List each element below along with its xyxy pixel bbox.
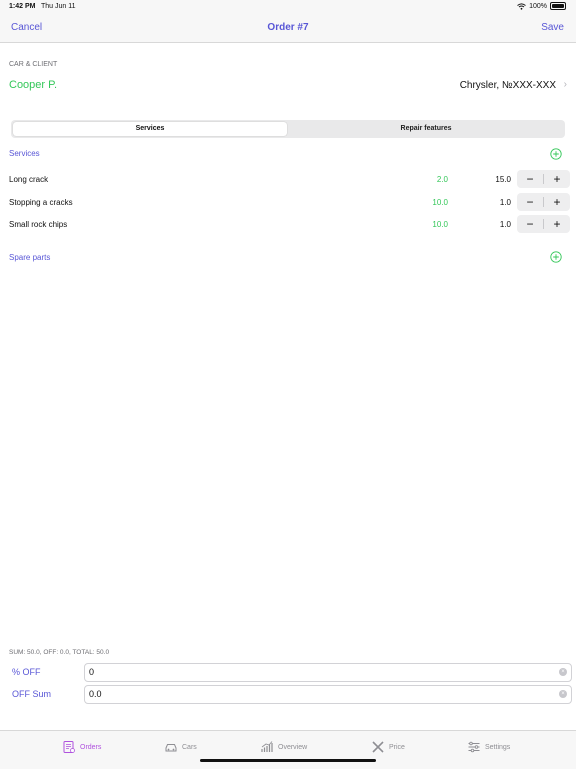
quantity-stepper: − + (517, 170, 570, 188)
status-right: 100% (517, 2, 566, 10)
add-spare-part-icon[interactable] (550, 251, 562, 263)
car-selector[interactable]: Chrysler, №XXX-XXX (460, 80, 556, 91)
increment-button[interactable]: + (544, 215, 570, 233)
save-button[interactable]: Save (541, 22, 564, 33)
battery-icon (550, 2, 566, 10)
client-name[interactable]: Cooper P. (9, 79, 57, 91)
tab-price-label: Price (389, 743, 405, 751)
status-date: Thu Jun 11 (41, 3, 76, 10)
service-price: 10.0 (432, 198, 448, 207)
service-quantity: 15.0 (495, 175, 511, 184)
service-name: Small rock chips (9, 220, 68, 229)
service-name: Long crack (9, 175, 49, 184)
tab-services[interactable]: Services (13, 122, 287, 136)
status-time: 1:42 PM (9, 3, 36, 10)
tab-settings[interactable]: Settings (467, 739, 510, 755)
off-sum-label: OFF Sum (12, 689, 52, 699)
service-price: 2.0 (436, 175, 448, 184)
tools-icon (372, 741, 384, 753)
percent-off-label: % OFF (12, 667, 41, 677)
percent-off-field[interactable]: × (84, 663, 572, 682)
home-indicator (200, 759, 376, 762)
status-bar: 1:42 PM Thu Jun 11 100% (0, 0, 576, 14)
tab-bar: Orders Cars Overview Price Settings (0, 730, 576, 769)
clear-icon[interactable]: × (559, 668, 567, 676)
car-icon (165, 744, 177, 752)
orders-icon (63, 741, 75, 753)
chevron-right-icon[interactable]: › (564, 79, 567, 90)
service-row: Long crack 2.0 15.0 − + (0, 169, 576, 191)
off-sum-input[interactable] (89, 688, 549, 700)
tab-cars[interactable]: Cars (164, 739, 197, 755)
service-row: Stopping a cracks 10.0 1.0 − + (0, 192, 576, 214)
increment-button[interactable]: + (544, 170, 570, 188)
service-quantity: 1.0 (499, 198, 511, 207)
tab-orders-label: Orders (80, 743, 102, 751)
battery-percent: 100% (529, 2, 547, 10)
decrement-button[interactable]: − (517, 215, 543, 233)
tab-cars-label: Cars (182, 743, 197, 751)
service-quantity: 1.0 (499, 220, 511, 229)
tab-orders[interactable]: Orders (62, 739, 101, 755)
totals-summary: SUM: 50.0, OFF: 0.0, TOTAL: 50.0 (9, 649, 110, 656)
decrement-button[interactable]: − (517, 170, 543, 188)
sliders-icon (468, 741, 480, 753)
service-row: Small rock chips 10.0 1.0 − + (0, 214, 576, 236)
wifi-icon (517, 2, 526, 10)
percent-off-input[interactable] (89, 666, 549, 678)
add-service-icon[interactable] (550, 148, 562, 160)
services-group-label: Services (9, 149, 40, 158)
service-price: 10.0 (432, 220, 448, 229)
car-client-header: CAR & CLIENT (9, 61, 58, 68)
service-name: Stopping a cracks (9, 198, 73, 207)
quantity-stepper: − + (517, 193, 570, 211)
chart-icon (261, 741, 273, 752)
clear-icon[interactable]: × (559, 690, 567, 698)
increment-button[interactable]: + (544, 193, 570, 211)
segmented-control: Services Repair features (11, 120, 565, 138)
tab-settings-label: Settings (485, 743, 511, 751)
tab-overview[interactable]: Overview (260, 739, 307, 755)
page-title: Order #7 (267, 22, 309, 33)
tab-repair-features[interactable]: Repair features (289, 122, 563, 136)
quantity-stepper: − + (517, 215, 570, 233)
off-sum-field[interactable]: × (84, 685, 572, 704)
tab-overview-label: Overview (278, 743, 308, 751)
decrement-button[interactable]: − (517, 193, 543, 211)
spare-parts-group-label: Spare parts (9, 253, 51, 262)
navigation-bar: Cancel Order #7 Save (0, 14, 576, 43)
tab-price[interactable]: Price (371, 739, 405, 755)
